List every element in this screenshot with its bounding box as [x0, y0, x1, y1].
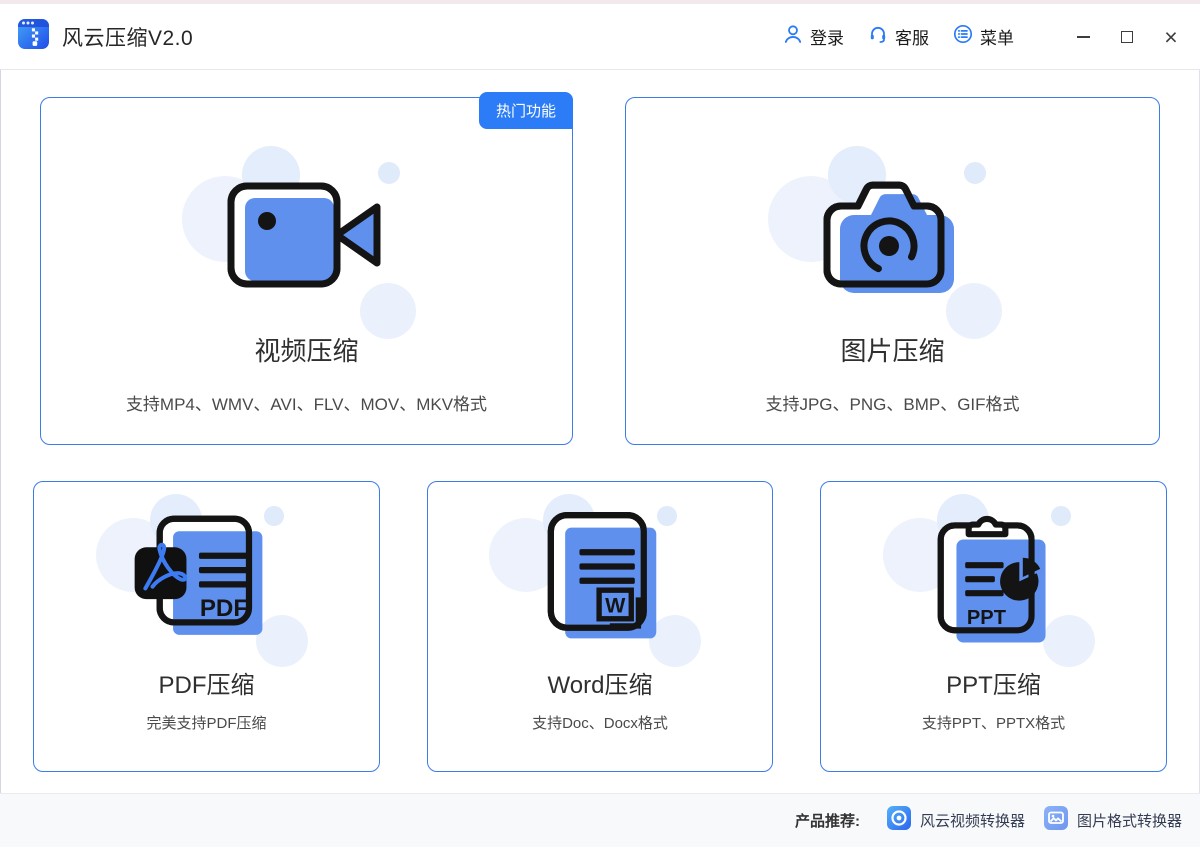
card-video-compress[interactable]: 热门功能 视频压缩 支持MP4、WMV、AVI、FLV、MOV、MKV格式	[40, 92, 573, 445]
app-window: 风云压缩V2.0 登录 客服 菜单 × 热门功能 视频压缩 支持MP4、WMV、…	[0, 0, 1200, 847]
card-title: PDF压缩	[158, 672, 255, 699]
card-title: 图片压缩	[840, 336, 945, 366]
maximize-button[interactable]	[1118, 27, 1136, 47]
product-name: 图片格式转换器	[1076, 813, 1182, 830]
window-controls: ×	[1048, 25, 1180, 48]
card-ppt-compress[interactable]: PPT PPT压缩 支持PPT、PPTX格式	[820, 481, 1167, 772]
card-subtitle: 支持Doc、Docx格式	[532, 715, 668, 732]
minimize-button[interactable]	[1074, 27, 1092, 47]
word-label: W	[605, 594, 626, 618]
headset-icon	[868, 24, 888, 49]
image-icon-stage	[767, 146, 1002, 339]
photo-camera-icon	[823, 181, 954, 293]
ppt-icon-stage: PPT	[882, 494, 1095, 667]
pdf-label: PDF	[199, 595, 247, 622]
card-title: 视频压缩	[254, 336, 359, 366]
card-title: PPT压缩	[946, 672, 1041, 699]
card-word-compress[interactable]: W Word压缩 支持Doc、Docx格式	[427, 481, 773, 772]
card-subtitle: 支持PPT、PPTX格式	[921, 715, 1066, 732]
pdf-icon-stage: PDF	[95, 494, 308, 667]
support-label: 客服	[895, 29, 929, 48]
header-actions: 登录 客服 菜单 ×	[759, 24, 1180, 49]
close-button[interactable]: ×	[1162, 25, 1180, 48]
card-image-compress[interactable]: 图片压缩 支持JPG、PNG、BMP、GIF格式	[625, 97, 1160, 445]
card-subtitle: 支持MP4、WMV、AVI、FLV、MOV、MKV格式	[125, 395, 488, 414]
word-icon-stage: W	[489, 494, 701, 667]
product-name: 风云视频转换器	[919, 813, 1025, 830]
login-label: 登录	[810, 29, 844, 48]
support-button[interactable]: 客服	[868, 24, 929, 49]
user-icon	[783, 24, 803, 49]
menu-icon	[953, 24, 973, 49]
app-logo-icon	[16, 16, 52, 57]
ppt-clipboard-icon: PPT	[937, 516, 1046, 643]
image-converter-icon	[1043, 805, 1069, 836]
video-converter-icon	[886, 805, 912, 836]
menu-button[interactable]: 菜单	[953, 24, 1014, 49]
product-link-video-converter[interactable]: 风云视频转换器	[886, 805, 1025, 836]
ppt-label: PPT	[966, 607, 1006, 629]
word-document-icon: W	[547, 512, 657, 639]
login-button[interactable]: 登录	[783, 24, 844, 49]
video-icon-stage	[181, 146, 416, 339]
title-bar: 风云压缩V2.0 登录 客服 菜单 ×	[0, 4, 1200, 70]
app-title: 风云压缩V2.0	[62, 26, 194, 50]
brand: 风云压缩V2.0	[16, 16, 193, 57]
footer-bar: 产品推荐: 风云视频转换器 图片格式转换器	[0, 793, 1200, 847]
product-recommend-label: 产品推荐:	[794, 813, 860, 830]
card-subtitle: 完美支持PDF压缩	[146, 715, 267, 732]
card-title: Word压缩	[547, 672, 653, 699]
hot-feature-badge: 热门功能	[478, 92, 573, 129]
card-subtitle: 支持JPG、PNG、BMP、GIF格式	[765, 395, 1020, 414]
menu-label: 菜单	[980, 29, 1014, 48]
video-camera-icon	[227, 182, 381, 288]
pdf-document-icon: PDF	[134, 515, 262, 635]
card-pdf-compress[interactable]: PDF PDF压缩 完美支持PDF压缩	[33, 481, 380, 772]
product-link-image-converter[interactable]: 图片格式转换器	[1043, 805, 1182, 836]
